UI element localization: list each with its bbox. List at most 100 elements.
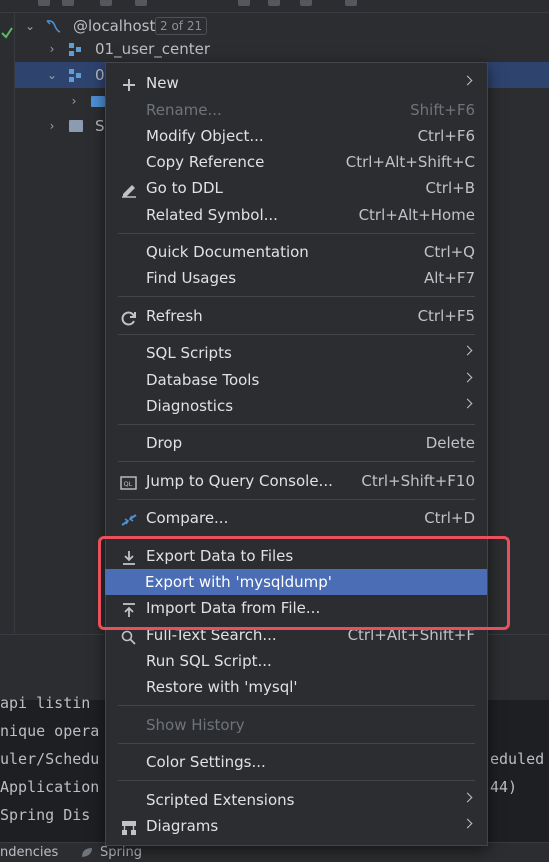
menu-item-import-data-from-file[interactable]: Import Data from File...	[106, 595, 487, 621]
menu-item-shortcut: Ctrl+B	[425, 179, 475, 197]
tree-item-label: 01_user_center	[95, 40, 211, 58]
toolbar-button[interactable]	[100, 0, 112, 6]
menu-item-diagnostics[interactable]: Diagnostics	[106, 393, 487, 419]
console-line: nique opera	[0, 722, 100, 740]
menu-item-scripted-extensions[interactable]: Scripted Extensions	[106, 787, 487, 813]
submenu-arrow-icon	[462, 398, 473, 409]
dependencies-tab[interactable]: ndencies	[0, 843, 58, 862]
menu-item-run-sql-script[interactable]: Run SQL Script...	[106, 648, 487, 674]
menu-item-shortcut: Ctrl+D	[424, 509, 475, 527]
menu-separator	[118, 780, 475, 781]
menu-item-label: Compare...	[146, 509, 229, 527]
menu-item-diagrams[interactable]: Diagrams	[106, 813, 487, 839]
toolbar-button[interactable]	[62, 0, 74, 6]
menu-item-refresh[interactable]: Refresh Ctrl+F5	[106, 303, 487, 329]
menu-item-shortcut: Ctrl+Alt+Shift+C	[345, 153, 475, 171]
toolbar-button[interactable]	[38, 0, 50, 6]
chevron-right-icon[interactable]: ›	[45, 113, 59, 139]
datasource-count-badge: 2 of 21	[155, 17, 208, 35]
toolbar-button[interactable]	[268, 0, 280, 6]
context-menu: New Rename... Shift+F6 Modify Object... …	[105, 62, 488, 846]
menu-separator	[118, 296, 475, 297]
menu-item-database-tools[interactable]: Database Tools	[106, 367, 487, 393]
submenu-arrow-icon	[462, 372, 473, 383]
top-toolbar	[0, 0, 549, 13]
compare-icon	[120, 510, 138, 526]
refresh-icon	[120, 308, 138, 326]
menu-item-label: Diagrams	[146, 817, 219, 835]
console-line: uler/Schedu	[0, 750, 100, 768]
menu-item-rename: Rename... Shift+F6	[106, 97, 487, 123]
tree-item-label: 0	[95, 66, 105, 84]
menu-item-find-usages[interactable]: Find Usages Alt+F7	[106, 265, 487, 291]
upload-icon	[120, 600, 138, 617]
tree-row-schema[interactable]: › 01_user_center	[15, 36, 549, 62]
console-line-fragment: eduled	[490, 750, 545, 768]
console-line-fragment: 44)	[490, 778, 518, 796]
toolbar-button[interactable]	[300, 0, 312, 6]
menu-item-label: Rename...	[146, 101, 222, 119]
submenu-arrow-icon	[462, 818, 473, 829]
menu-item-go-to-ddl[interactable]: Go to DDL Ctrl+B	[106, 175, 487, 201]
menu-item-export-data-to-files[interactable]: Export Data to Files	[106, 543, 487, 569]
toolbar-button[interactable]	[238, 0, 250, 6]
menu-item-related-symbol[interactable]: Related Symbol... Ctrl+Alt+Home	[106, 202, 487, 228]
menu-item-label: Modify Object...	[146, 127, 264, 145]
menu-item-label: Copy Reference	[146, 153, 265, 171]
menu-item-label: Diagnostics	[146, 397, 234, 415]
menu-item-label: Full-Text Search...	[146, 626, 277, 644]
menu-item-shortcut: Ctrl+Shift+F10	[361, 472, 475, 490]
menu-item-label: Drop	[146, 434, 183, 452]
menu-separator	[118, 424, 475, 425]
menu-item-label: Run SQL Script...	[146, 652, 272, 670]
menu-item-color-settings[interactable]: Color Settings...	[106, 749, 487, 775]
menu-item-label: Jump to Query Console...	[146, 472, 333, 490]
menu-separator	[118, 743, 475, 744]
menu-item-show-history: Show History	[106, 712, 487, 738]
menu-item-shortcut: Ctrl+F6	[417, 127, 475, 145]
menu-item-shortcut: Ctrl+Alt+Shift+F	[347, 626, 475, 644]
menu-item-shortcut: Alt+F7	[423, 269, 475, 287]
menu-item-label: Show History	[146, 716, 245, 734]
menu-item-label: Scripted Extensions	[146, 791, 295, 809]
menu-item-sql-scripts[interactable]: SQL Scripts	[106, 340, 487, 366]
chevron-right-icon[interactable]: ›	[67, 88, 81, 114]
folder-icon	[91, 96, 105, 107]
menu-item-shortcut: Shift+F6	[410, 101, 475, 119]
menu-item-shortcut: Ctrl+Alt+Home	[358, 206, 475, 224]
menu-separator	[118, 705, 475, 706]
menu-item-copy-reference[interactable]: Copy Reference Ctrl+Alt+Shift+C	[106, 149, 487, 175]
menu-item-restore-with-mysql[interactable]: Restore with 'mysql'	[106, 674, 487, 700]
toolbar-button[interactable]	[345, 0, 357, 6]
menu-item-label: Go to DDL	[146, 179, 223, 197]
menu-separator	[118, 499, 475, 500]
menu-item-full-text-search[interactable]: Full-Text Search... Ctrl+Alt+Shift+F	[106, 622, 487, 648]
menu-item-label: Export Data to Files	[146, 547, 294, 565]
console-line: Application	[0, 778, 100, 796]
menu-item-shortcut: Ctrl+Q	[423, 243, 475, 261]
query-console-icon: QL	[120, 473, 138, 490]
menu-item-label: New	[146, 74, 179, 92]
toolbar-button[interactable]	[135, 0, 147, 6]
menu-item-label: Restore with 'mysql'	[146, 678, 298, 696]
menu-item-label: Related Symbol...	[146, 206, 278, 224]
spring-icon	[82, 848, 92, 857]
mysql-icon	[46, 20, 61, 33]
menu-separator	[118, 461, 475, 462]
menu-separator	[118, 536, 475, 537]
schema-icon	[69, 69, 82, 82]
menu-item-label: Database Tools	[146, 371, 260, 389]
console-line: api listin	[0, 694, 91, 712]
menu-item-export-with-mysqldump[interactable]: Export with 'mysqldump'	[105, 569, 487, 595]
menu-item-quick-documentation[interactable]: Quick Documentation Ctrl+Q	[106, 239, 487, 265]
menu-item-jump-to-query-console[interactable]: QL Jump to Query Console... Ctrl+Shift+F…	[106, 468, 487, 494]
check-icon	[1, 27, 13, 39]
menu-item-modify-object[interactable]: Modify Object... Ctrl+F6	[106, 123, 487, 149]
console-line: Spring Dis	[0, 806, 91, 824]
menu-item-compare[interactable]: Compare... Ctrl+D	[106, 505, 487, 531]
chevron-down-icon[interactable]: ⌄	[45, 62, 59, 88]
menu-item-shortcut: Delete	[425, 434, 475, 452]
menu-item-new[interactable]: New	[106, 70, 487, 96]
menu-item-drop[interactable]: Drop Delete	[106, 430, 487, 456]
chevron-right-icon[interactable]: ›	[45, 36, 59, 62]
